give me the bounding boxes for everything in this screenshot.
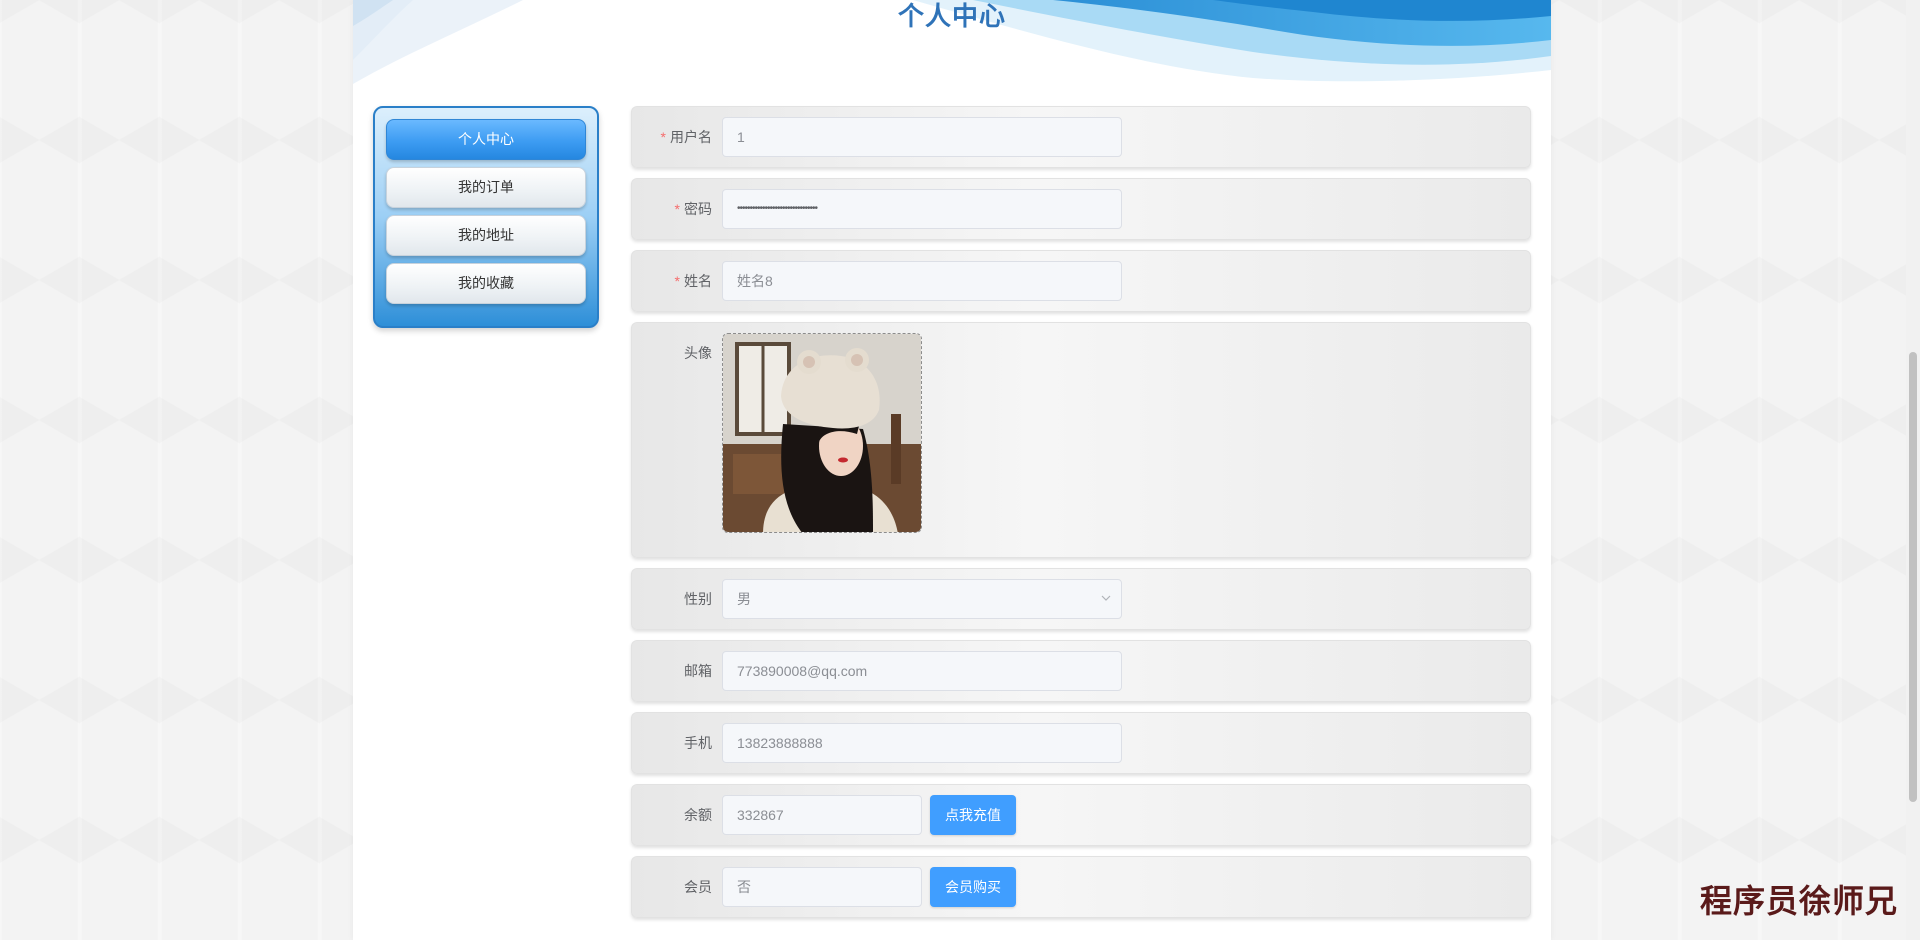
form-row-vip: 会员 否 会员购买 bbox=[631, 856, 1531, 918]
form-row-password: * 密码 •••••••••••••••••••••••••••••••• bbox=[631, 178, 1531, 240]
avatar-label: 头像 bbox=[684, 345, 712, 361]
buy-vip-button[interactable]: 会员购买 bbox=[930, 867, 1016, 907]
sidebar-menu: 个人中心 我的订单 我的地址 我的收藏 bbox=[373, 106, 599, 328]
scrollbar-thumb[interactable] bbox=[1909, 352, 1917, 802]
avatar-upload[interactable] bbox=[722, 333, 922, 533]
form-row-avatar: 头像 bbox=[631, 322, 1531, 558]
avatar-image bbox=[723, 334, 921, 532]
form-row-phone: 手机 13823888888 bbox=[631, 712, 1531, 774]
watermark-text: 程序员徐师兄 bbox=[1699, 882, 1898, 920]
vip-label: 会员 bbox=[684, 879, 712, 895]
vip-input[interactable]: 否 bbox=[722, 867, 922, 907]
form-row-balance: 余额 332867 点我充值 bbox=[631, 784, 1531, 846]
page-container: 个人中心 个人中心 我的订单 我的地址 我的收藏 * 用户名 1 * 密码 ••••… bbox=[353, 0, 1551, 940]
sidebar-item-profile[interactable]: 个人中心 bbox=[386, 119, 586, 160]
password-label: * 密码 bbox=[674, 201, 712, 217]
required-mark: * bbox=[674, 201, 680, 217]
chevron-down-icon bbox=[1101, 595, 1111, 601]
form-row-email: 邮箱 773890008@qq.com bbox=[631, 640, 1531, 702]
name-label: * 姓名 bbox=[674, 273, 712, 289]
balance-label: 余额 bbox=[684, 807, 712, 823]
form-row-username: * 用户名 1 bbox=[631, 106, 1531, 168]
page-scrollbar[interactable] bbox=[1906, 0, 1920, 940]
username-input[interactable]: 1 bbox=[722, 117, 1122, 157]
header-banner: 个人中心 bbox=[353, 0, 1551, 84]
page-title: 个人中心 bbox=[897, 1, 1006, 31]
required-mark: * bbox=[674, 273, 680, 289]
phone-label: 手机 bbox=[684, 735, 712, 751]
username-label: * 用户名 bbox=[660, 129, 712, 145]
sidebar-item-favorites[interactable]: 我的收藏 bbox=[386, 263, 586, 304]
email-input[interactable]: 773890008@qq.com bbox=[722, 651, 1122, 691]
phone-input[interactable]: 13823888888 bbox=[722, 723, 1122, 763]
password-input[interactable]: •••••••••••••••••••••••••••••••• bbox=[722, 189, 1122, 229]
gender-value: 男 bbox=[737, 591, 751, 607]
form-row-name: * 姓名 姓名8 bbox=[631, 250, 1531, 312]
sidebar-item-address[interactable]: 我的地址 bbox=[386, 215, 586, 256]
recharge-button[interactable]: 点我充值 bbox=[930, 795, 1016, 835]
sidebar-item-orders[interactable]: 我的订单 bbox=[386, 167, 586, 208]
required-mark: * bbox=[660, 129, 666, 145]
gender-select[interactable]: 男 bbox=[722, 579, 1122, 619]
name-input[interactable]: 姓名8 bbox=[722, 261, 1122, 301]
gender-label: 性别 bbox=[684, 591, 712, 607]
balance-input[interactable]: 332867 bbox=[722, 795, 922, 835]
email-label: 邮箱 bbox=[684, 663, 712, 679]
profile-form: * 用户名 1 * 密码 •••••••••••••••••••••••••••••… bbox=[631, 106, 1531, 928]
form-row-gender: 性别 男 bbox=[631, 568, 1531, 630]
